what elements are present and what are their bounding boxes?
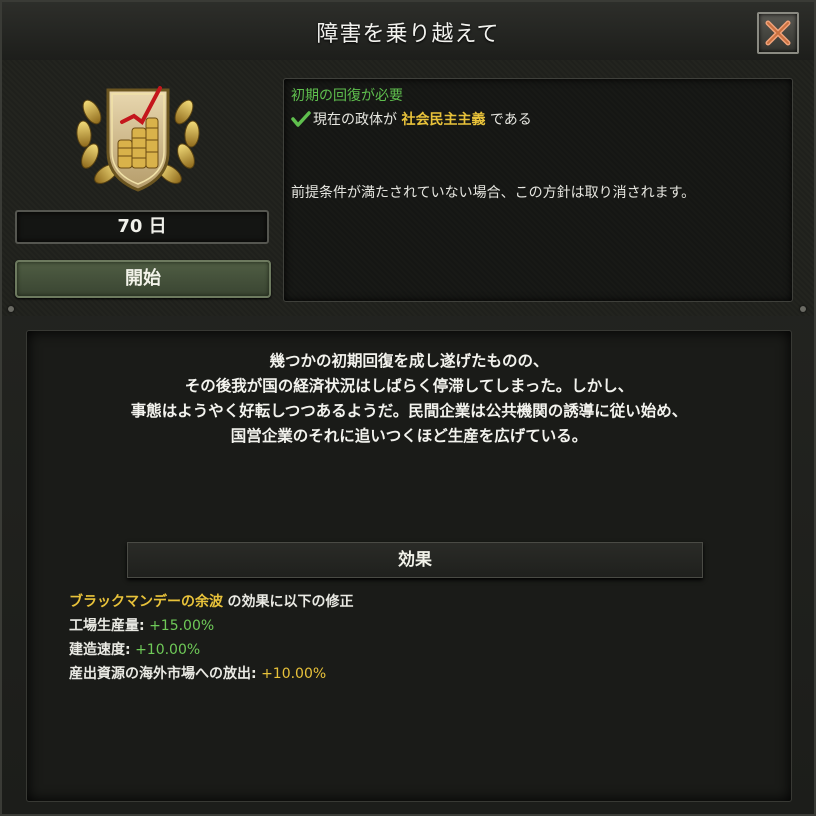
effect-value: +10.00% <box>135 642 201 658</box>
cancel-note: 前提条件が満たされていない場合、この方針は取り消されます。 <box>291 185 696 201</box>
start-focus-button[interactable]: 開始 <box>15 260 271 298</box>
close-x-icon <box>765 20 791 46</box>
effects-header: 効果 <box>127 542 703 578</box>
condition-prefix: 現在の政体が <box>313 112 397 128</box>
description-line: その後我が国の経済状況はしばらく停滞してしまった。しかし、 <box>184 377 634 395</box>
focus-duration: 70 日 <box>15 210 269 244</box>
modifier-line: ブラックマンデーの余波 の効果に以下の修正 <box>69 590 353 614</box>
description-panel: 幾つかの初期回復を成し遂げたものの、 その後我が国の経済状況はしばらく停滞してし… <box>26 330 792 802</box>
modifier-suffix: の効果に以下の修正 <box>227 594 354 610</box>
description-line: 幾つかの初期回復を成し遂げたものの、 <box>269 352 549 370</box>
effect-label: 工場生産量: <box>69 618 145 634</box>
focus-description: 幾つかの初期回復を成し遂げたものの、 その後我が国の経済状況はしばらく停滞してし… <box>27 349 791 449</box>
economic-recovery-laurel-emblem <box>76 86 200 192</box>
requirement-title: 初期の回復が必要 <box>291 88 403 104</box>
modifier-name[interactable]: ブラックマンデーの余波 <box>69 594 223 610</box>
window-title: 障害を乗り越えて <box>316 22 500 47</box>
effect-item: 建造速度: +10.00% <box>69 638 353 662</box>
focus-window: 障害を乗り越えて 70 日 開始 初期の回復が必要 現在の政体が 社会民主主義 … <box>0 0 816 816</box>
effects-list: ブラックマンデーの余波 の効果に以下の修正 工場生産量: +15.00% 建造速… <box>69 590 353 686</box>
effect-value: +10.00% <box>261 666 327 682</box>
requirement-condition: 現在の政体が 社会民主主義 である <box>291 109 532 129</box>
condition-suffix: である <box>489 112 532 128</box>
effect-item: 工場生産量: +15.00% <box>69 614 353 638</box>
effect-label: 産出資源の海外市場への放出: <box>69 666 257 682</box>
requirements-panel: 初期の回復が必要 現在の政体が 社会民主主義 である 前提条件が満たされていない… <box>283 78 793 302</box>
title-bar: 障害を乗り越えて <box>2 2 814 61</box>
checkmark-icon <box>291 111 311 127</box>
rivet <box>800 306 806 312</box>
effect-label: 建造速度: <box>69 642 131 658</box>
description-line: 事態はようやく好転しつつあるようだ。民間企業は公共機関の誘導に従い始め、 <box>130 402 688 420</box>
close-button[interactable] <box>757 12 799 54</box>
description-line: 国営企業のそれに追いつくほど生産を広げている。 <box>230 427 588 445</box>
effect-value: +15.00% <box>149 618 215 634</box>
rivet <box>8 306 14 312</box>
effect-item: 産出資源の海外市場への放出: +10.00% <box>69 662 353 686</box>
government-type: 社会民主主義 <box>401 112 486 128</box>
